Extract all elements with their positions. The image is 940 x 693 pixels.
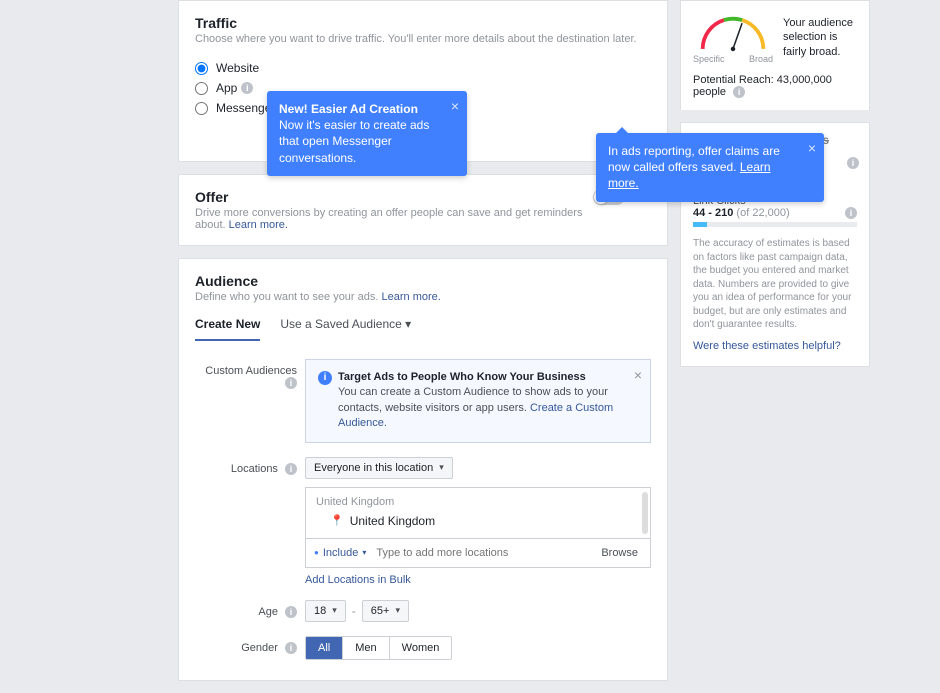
- metric-bar: [693, 222, 857, 227]
- traffic-panel: Traffic Choose where you want to drive t…: [178, 0, 668, 162]
- traffic-option-website[interactable]: Website: [195, 61, 651, 75]
- location-item[interactable]: 📍 United Kingdom: [316, 512, 640, 530]
- age-max-dropdown[interactable]: 65+: [362, 600, 409, 622]
- offer-panel: Offer Drive more conversions by creating…: [178, 174, 668, 246]
- audience-learn-more[interactable]: Learn more.: [382, 291, 441, 303]
- browse-locations[interactable]: Browse: [597, 547, 642, 559]
- audience-panel: Audience Define who you want to see your…: [178, 258, 668, 681]
- info-icon[interactable]: i: [285, 377, 297, 389]
- audience-desc: Define who you want to see your ads. Lea…: [195, 291, 651, 303]
- age-min-dropdown[interactable]: 18: [305, 600, 346, 622]
- traffic-title: Traffic: [195, 15, 651, 31]
- label-age: Age i: [195, 600, 305, 618]
- locations-box: United Kingdom 📍 United Kingdom Include …: [305, 487, 651, 568]
- audience-tabs: Create New Use a Saved Audience ▾: [195, 317, 651, 341]
- location-scope-dropdown[interactable]: Everyone in this location: [305, 457, 453, 479]
- offer-learn-more[interactable]: Learn more.: [229, 219, 288, 231]
- scrollbar[interactable]: [642, 492, 648, 534]
- radio-app[interactable]: [195, 82, 208, 95]
- messenger-tip: × New! Easier Ad Creation Now it's easie…: [267, 91, 467, 176]
- custom-audience-infobox: × iTarget Ads to People Who Know Your Bu…: [305, 359, 651, 443]
- label-custom-audiences: Custom Audiences i: [195, 359, 305, 389]
- gauge-text: Your audience selection is fairly broad.: [783, 16, 857, 59]
- label-gender: Gender i: [195, 636, 305, 654]
- estimate-disclaimer: The accuracy of estimates is based on fa…: [693, 237, 857, 332]
- location-input[interactable]: [372, 543, 597, 563]
- info-icon[interactable]: i: [733, 86, 745, 98]
- offers-saved-tip: × In ads reporting, offer claims are now…: [596, 133, 824, 202]
- tab-saved-audience[interactable]: Use a Saved Audience ▾: [280, 317, 411, 341]
- gender-button-group: All Men Women: [305, 636, 452, 660]
- audience-definition-panel: Specific Broad Your audience selection i…: [680, 0, 870, 110]
- offer-title: Offer: [195, 189, 593, 205]
- gender-all[interactable]: All: [306, 637, 343, 659]
- close-icon[interactable]: ×: [634, 366, 642, 386]
- close-icon[interactable]: ×: [451, 97, 459, 116]
- info-icon[interactable]: i: [285, 463, 297, 475]
- pin-icon: 📍: [330, 514, 344, 527]
- close-icon[interactable]: ×: [808, 139, 816, 158]
- radio-website[interactable]: [195, 62, 208, 75]
- tab-create-new[interactable]: Create New: [195, 317, 260, 341]
- traffic-desc: Choose where you want to drive traffic. …: [195, 33, 651, 45]
- metric-value: 44 - 210 (of 22,000) i: [693, 207, 857, 219]
- info-icon[interactable]: i: [845, 207, 857, 219]
- offer-desc: Drive more conversions by creating an of…: [195, 207, 593, 231]
- gender-women[interactable]: Women: [390, 637, 452, 659]
- radio-messenger[interactable]: [195, 102, 208, 115]
- info-icon: i: [318, 371, 332, 385]
- audience-title: Audience: [195, 273, 651, 289]
- potential-reach: Potential Reach: 43,000,000 people i: [693, 74, 857, 98]
- info-icon[interactable]: i: [285, 606, 297, 618]
- info-icon[interactable]: i: [285, 642, 297, 654]
- gender-men[interactable]: Men: [343, 637, 389, 659]
- info-icon[interactable]: i: [241, 82, 253, 94]
- label-locations: Locations i: [195, 457, 305, 475]
- info-icon[interactable]: i: [847, 157, 859, 169]
- add-locations-bulk[interactable]: Add Locations in Bulk: [305, 574, 651, 586]
- include-dropdown[interactable]: Include: [314, 547, 366, 559]
- daily-results-panel: Estimated Daily Results × In ads reporti…: [680, 122, 870, 367]
- estimates-helpful-link[interactable]: Were these estimates helpful?: [693, 340, 857, 352]
- gauge-icon: [693, 11, 773, 55]
- location-group: United Kingdom: [316, 496, 640, 508]
